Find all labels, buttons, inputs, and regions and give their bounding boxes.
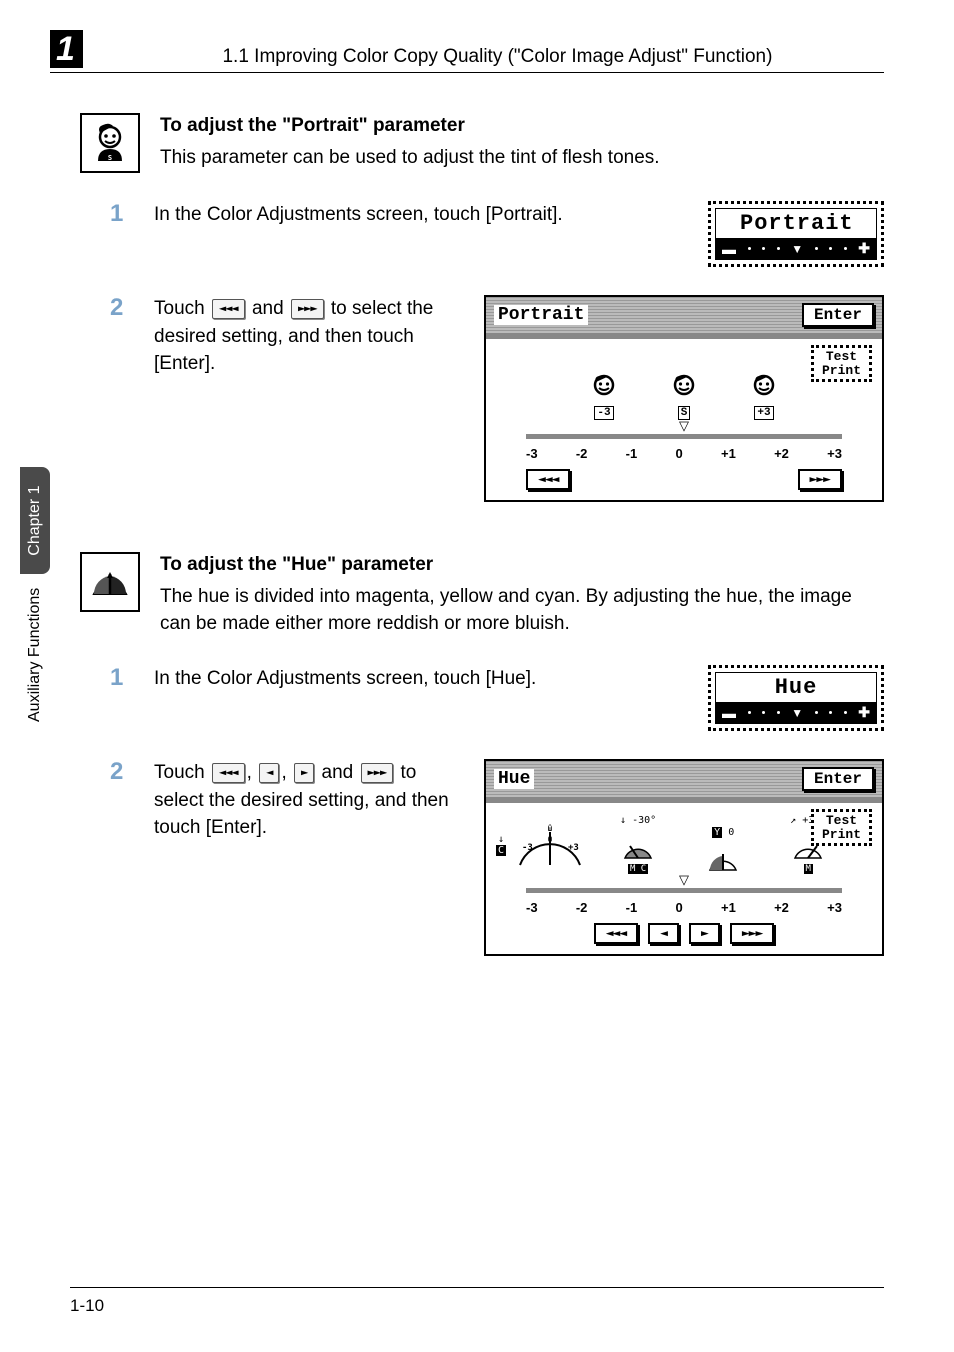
svg-text:0: 0: [548, 835, 553, 844]
portrait-small-ui-title: Portrait: [716, 209, 876, 238]
arrow-left-button[interactable]: ◄◄◄: [526, 469, 570, 490]
hue-c-label: ↓C: [496, 834, 506, 856]
arrow-lll-button[interactable]: ◄◄◄: [594, 923, 638, 944]
svg-text:Y: Y: [548, 823, 553, 832]
face-plus3: +3: [748, 373, 780, 420]
hue-panel-label: Hue: [494, 769, 534, 789]
minus-icon: ▬: [722, 241, 736, 257]
test-print-button[interactable]: Test Print: [811, 809, 872, 846]
side-tab-section: Auxiliary Functions: [20, 570, 50, 740]
portrait-step-2: 2 Touch ◄◄◄ and ►►► to select the desire…: [110, 295, 884, 502]
arrow-right-button[interactable]: ►►►: [798, 469, 842, 490]
pointer-icon: ▼: [791, 706, 803, 720]
portrait-section: S To adjust the "Portrait" parameter Thi…: [80, 113, 884, 502]
svg-text:S: S: [108, 154, 112, 162]
portrait-panel-label: Portrait: [494, 305, 588, 325]
step-number: 1: [110, 665, 130, 691]
hue-minus30: ↓ -30° M C: [620, 815, 656, 874]
portrait-desc: This parameter can be used to adjust the…: [160, 145, 660, 172]
svg-text:+3: +3: [568, 843, 579, 853]
arrow-r-button[interactable]: ►: [689, 923, 720, 944]
pointer-icon: ▼: [791, 242, 803, 256]
portrait-panel: Portrait Enter Test Print -3 S: [484, 295, 884, 502]
enter-button[interactable]: Enter: [802, 303, 874, 327]
slider-ticks: -3 -2 -1 0 +1 +2 +3: [526, 900, 842, 915]
minus-icon: ▬: [722, 705, 736, 721]
hue-zero: Y 0: [706, 827, 740, 874]
portrait-step1-text: In the Color Adjustments screen, touch […: [154, 201, 684, 229]
face-minus3: -3: [588, 373, 620, 420]
face-s: S: [668, 373, 700, 420]
enter-button[interactable]: Enter: [802, 767, 874, 791]
slider-ticks: -3 -2 -1 0 +1 +2 +3: [526, 446, 842, 461]
side-tab-chapter: Chapter 1: [20, 467, 50, 573]
inline-rrr-button[interactable]: ►►►: [361, 763, 394, 782]
hue-small-ui[interactable]: Hue ▬ ▼ ✚: [708, 665, 884, 731]
step-number: 2: [110, 759, 130, 785]
inline-right-button[interactable]: ►►►: [291, 299, 324, 318]
scale-strip: ▬ ▼ ✚: [716, 702, 876, 723]
inline-left-button[interactable]: ◄◄◄: [212, 299, 245, 318]
hue-icon: [80, 552, 140, 612]
plus-icon: ✚: [858, 240, 870, 257]
portrait-step-1: 1 In the Color Adjustments screen, touch…: [110, 201, 884, 267]
pointer-icon: ▽: [679, 872, 689, 888]
chapter-number: 1: [50, 30, 83, 68]
plus-icon: ✚: [858, 704, 870, 721]
inline-r-button[interactable]: ►: [294, 763, 314, 782]
hue-step2-text: Touch ◄◄◄, ◄, ► and ►►► to select the de…: [154, 759, 460, 842]
hue-small-ui-title: Hue: [716, 673, 876, 702]
portrait-step2-text: Touch ◄◄◄ and ►►► to select the desired …: [154, 295, 460, 378]
portrait-small-ui[interactable]: Portrait ▬ ▼ ✚: [708, 201, 884, 267]
inline-lll-button[interactable]: ◄◄◄: [212, 763, 245, 782]
test-print-button[interactable]: Test Print: [811, 345, 872, 382]
hue-heading: To adjust the "Hue" parameter: [160, 554, 884, 576]
header-title: 1.1 Improving Color Copy Quality ("Color…: [111, 46, 884, 68]
slider-track[interactable]: ▽: [526, 884, 842, 896]
hue-step-2: 2 Touch ◄◄◄, ◄, ► and ►►► to select the …: [110, 759, 884, 956]
svg-text:-3: -3: [522, 843, 533, 853]
arrow-l-button[interactable]: ◄: [648, 923, 679, 944]
pointer-icon: ▽: [679, 418, 689, 434]
hue-desc: The hue is divided into magenta, yellow …: [160, 584, 884, 637]
page-header: 1 1.1 Improving Color Copy Quality ("Col…: [50, 30, 884, 73]
portrait-icon: S: [80, 113, 140, 173]
arrow-rrr-button[interactable]: ►►►: [730, 923, 774, 944]
hue-step1-text: In the Color Adjustments screen, touch […: [154, 665, 684, 693]
hue-section: To adjust the "Hue" parameter The hue is…: [80, 552, 884, 956]
inline-l-button[interactable]: ◄: [259, 763, 279, 782]
portrait-heading: To adjust the "Portrait" parameter: [160, 115, 660, 137]
hue-dial-icon: ▮ Y -3 +3 0: [510, 820, 590, 870]
scale-strip: ▬ ▼ ✚: [716, 238, 876, 259]
hue-panel: Hue Enter Test Print ↓C ▮: [484, 759, 884, 956]
page-footer: 1-10: [70, 1287, 884, 1316]
step-number: 1: [110, 201, 130, 227]
step-number: 2: [110, 295, 130, 321]
page-number: 1-10: [70, 1296, 104, 1315]
side-tab: Auxiliary Functions Chapter 1: [20, 467, 50, 740]
hue-step-1: 1 In the Color Adjustments screen, touch…: [110, 665, 884, 731]
slider-track[interactable]: ▽: [526, 430, 842, 442]
